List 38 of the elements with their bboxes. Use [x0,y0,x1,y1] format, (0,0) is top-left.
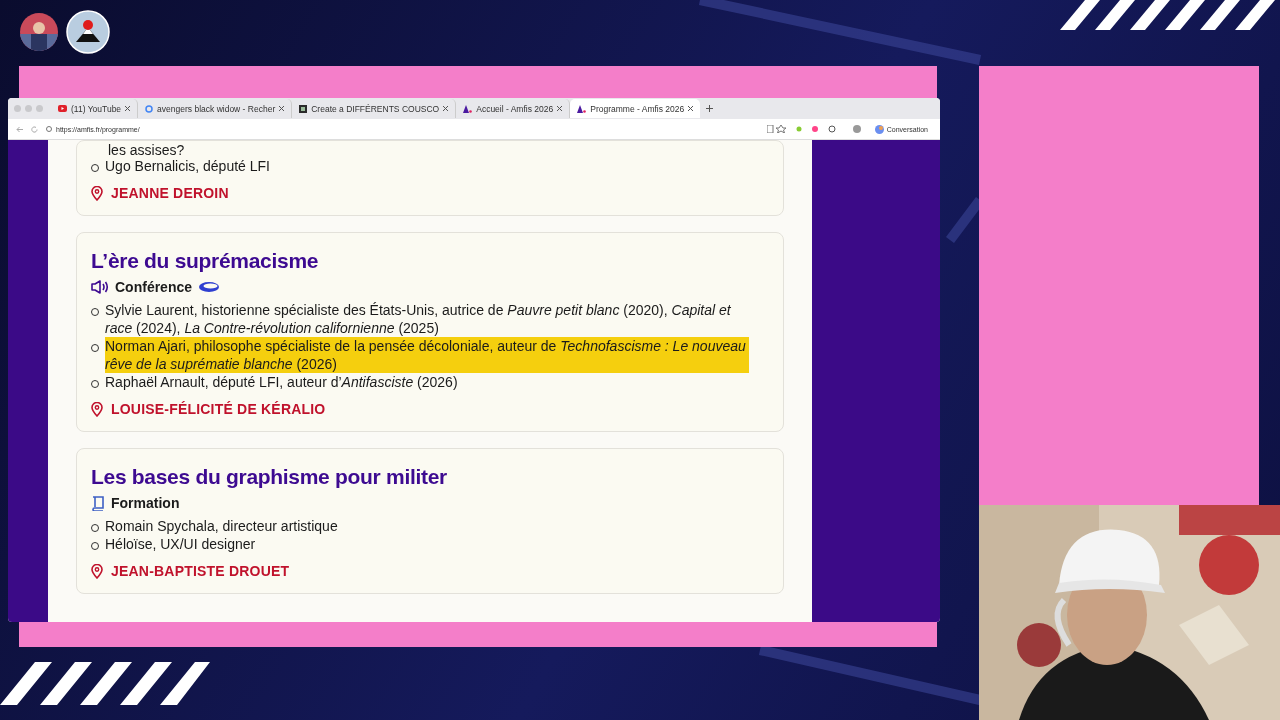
room-name: JEAN-BAPTISTE DROUET [111,563,290,579]
close-icon[interactable] [443,106,449,111]
session-title: L’ère du suprémacisme [91,249,320,273]
browser-tab[interactable]: Programme - Amfis 2026 [570,99,701,118]
room-name: LOUISE-FÉLICITÉ DE KÉRALIO [111,401,326,417]
speaker-text: Romain Spychala, directeur artistique [105,517,338,535]
browser-tab[interactable]: (11) YouTube [51,99,139,118]
speaker-text: Héloïse, UX/UI designer [105,535,256,553]
video-icon [58,105,67,112]
session-type: Formation [111,495,180,511]
session-title: Les bases du graphisme pour militer [91,465,448,489]
speaker-text: les assises? [107,143,186,157]
speaker-text: Ugo Bernalicis, député LFI [105,157,270,175]
room-name: JEANNE DEROIN [111,185,229,201]
book-icon [91,495,105,511]
close-icon[interactable] [688,106,694,111]
close-icon[interactable] [557,106,563,111]
location-pin-icon [91,401,103,417]
location-pin-icon [91,563,103,579]
loop-icon [198,281,221,293]
speaker-text: Norman Ajari, philosophe spécialiste de la pensée décoloniale, auteur de Technofascisme : Le nouveau rêve de la suprématie blanche (2026) [105,337,749,373]
site-icon [577,104,587,113]
speaker-text: Raphaël Arnault, député LFI, auteur d’Antifasciste (2026) [105,373,458,391]
browser-tab[interactable]: Create a DIFFÉRENTS COUSCO [292,99,457,118]
session-type: Conférence [115,279,193,295]
site-icon [463,104,473,113]
assistant-icon [874,124,884,134]
browser-tab[interactable]: avengers black widow - Recher [138,99,293,118]
speaker-text: Sylvie Laurent, historienne spécialiste des États-Unis, autrice de Pauvre petit blanc (2020), Capital et race (2024), La Contre-révolution californienne (2025) [105,301,732,337]
search-engine-icon [145,104,154,113]
close-icon[interactable] [125,106,131,111]
document-icon [299,104,308,113]
lock-icon [46,126,52,132]
location-pin-icon [91,185,103,201]
logo-icon [66,10,110,54]
speaker-icon [91,280,109,294]
new-tab-icon[interactable] [706,105,714,112]
close-icon[interactable] [279,106,285,111]
